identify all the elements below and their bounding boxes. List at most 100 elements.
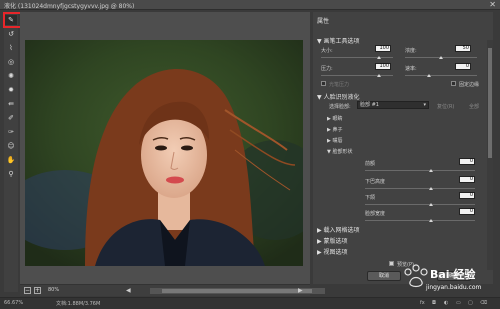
portrait-photo[interactable] xyxy=(25,40,303,266)
tool-bar: ✎ ↺ ⌇ ◎ ✺ ✹ ⇚ ✐ ✑ ☺ ✋ ⚲ xyxy=(4,12,18,292)
mouth-group[interactable]: ▶ 嘴唇 xyxy=(327,137,342,144)
density-label: 浓度: xyxy=(405,48,417,54)
mask-options-section[interactable]: ▶ 蒙版选项 xyxy=(317,236,348,245)
face-aware-section[interactable]: ▼ 人脸识别液化 xyxy=(317,92,360,101)
zoom-out-button[interactable]: − xyxy=(24,287,31,294)
rate-slider-knob[interactable] xyxy=(427,74,431,77)
status-doc-size: 文档:1.88M/3.76M xyxy=(56,301,101,307)
rate-slider[interactable] xyxy=(405,75,477,76)
jawline-label: 下颌 xyxy=(365,195,376,201)
folder-icon[interactable]: ▭ xyxy=(456,300,461,306)
brush-tools-section[interactable]: ▼ 画笔工具选项 xyxy=(317,36,360,45)
pressure-input[interactable]: 100 xyxy=(375,63,391,70)
reconstruct-tool[interactable]: ↺ xyxy=(5,29,17,39)
zoom-tool-icon: ⚲ xyxy=(8,170,14,178)
jawline-slider-knob[interactable] xyxy=(429,203,433,206)
select-face-value: 脸部 #1 xyxy=(360,102,379,108)
load-mesh-heading: 载入网格选项 xyxy=(323,227,360,234)
all-button[interactable]: 全部 xyxy=(469,103,479,110)
select-face-label: 选择脸部: xyxy=(329,104,351,110)
face-tool[interactable]: ☺ xyxy=(5,141,17,151)
hand-tool[interactable]: ✋ xyxy=(5,155,17,165)
reset-button[interactable]: 复位(R) xyxy=(437,103,454,110)
thaw-mask-tool-icon: ✑ xyxy=(8,128,14,136)
adjustment-icon[interactable]: fx xyxy=(420,300,425,306)
watermark-line1: Bai 经验 xyxy=(430,268,476,281)
brush-tools-heading: 画笔工具选项 xyxy=(323,38,360,45)
face-width-slider-knob[interactable] xyxy=(429,219,433,222)
smooth-tool[interactable]: ⌇ xyxy=(5,43,17,53)
thaw-mask-tool[interactable]: ✑ xyxy=(5,127,17,137)
status-bar: 66.67% 文档:1.88M/3.76M fx ◘ ◐ ▭ ▢ ⌫ xyxy=(0,297,500,309)
nose-group[interactable]: ▶ 鼻子 xyxy=(327,126,342,133)
face-shape-group[interactable]: ▼ 脸部形状 xyxy=(327,148,352,155)
pressure-slider[interactable] xyxy=(321,75,393,76)
zoom-select[interactable]: 80% xyxy=(48,287,59,293)
zoom-tool[interactable]: ⚲ xyxy=(5,169,17,179)
scroll-left-icon[interactable]: ◀ xyxy=(126,287,131,294)
pucker-tool[interactable]: ✺ xyxy=(5,71,17,81)
size-input[interactable]: 100 xyxy=(375,45,391,52)
view-options-section[interactable]: ▶ 视图选项 xyxy=(317,247,348,256)
chin-height-slider-knob[interactable] xyxy=(429,187,433,190)
size-slider-knob[interactable] xyxy=(377,56,381,59)
stylus-pressure-label: 光笔压力 xyxy=(329,82,350,88)
chin-height-label: 下巴高度 xyxy=(365,179,386,185)
face-width-label: 脸部宽度 xyxy=(365,211,386,217)
chevron-down-icon: ▾ xyxy=(423,102,426,108)
panel-scroll-thumb[interactable] xyxy=(488,48,492,158)
forehead-slider-knob[interactable] xyxy=(429,169,433,172)
pucker-tool-icon: ✺ xyxy=(8,72,14,80)
chin-height-slider[interactable] xyxy=(365,188,475,189)
face-tool-icon: ☺ xyxy=(7,142,15,150)
jawline-input[interactable]: 0 xyxy=(459,192,475,199)
mask-icon[interactable]: ◘ xyxy=(432,300,436,306)
freeze-mask-tool[interactable]: ✐ xyxy=(5,113,17,123)
baidu-watermark: Bai 经验 jingyan.baidu.com xyxy=(398,262,490,296)
push-left-tool[interactable]: ⇚ xyxy=(5,99,17,109)
forehead-input[interactable]: 0 xyxy=(459,158,475,165)
bloat-tool[interactable]: ✹ xyxy=(5,85,17,95)
face-width-input[interactable]: 0 xyxy=(459,208,475,215)
density-input[interactable]: 50 xyxy=(455,45,471,52)
size-label: 大小: xyxy=(321,48,333,54)
twirl-tool-icon: ◎ xyxy=(7,58,15,66)
reconstruct-tool-icon: ↺ xyxy=(8,30,14,38)
smooth-tool-icon: ⌇ xyxy=(9,44,13,52)
twirl-tool[interactable]: ◎ xyxy=(5,57,17,67)
preview-checkbox[interactable] xyxy=(389,261,394,266)
face-shape-heading: 脸部形状 xyxy=(332,149,353,155)
eyes-label: 眼睛 xyxy=(332,116,343,122)
mask-options-heading: 蒙版选项 xyxy=(323,238,348,245)
stylus-pressure-checkbox[interactable] xyxy=(321,81,326,86)
scroll-thumb[interactable] xyxy=(162,289,312,293)
select-face-dropdown[interactable]: 脸部 #1 ▾ xyxy=(357,101,429,109)
trash-icon[interactable]: ⌫ xyxy=(480,300,487,306)
jawline-slider[interactable] xyxy=(365,204,475,205)
rate-label: 速率: xyxy=(405,66,417,72)
forehead-slider[interactable] xyxy=(365,170,475,171)
load-mesh-section[interactable]: ▶ 载入网格选项 xyxy=(317,225,360,234)
zoom-in-button[interactable]: + xyxy=(34,287,41,294)
rate-input[interactable]: 0 xyxy=(455,63,471,70)
face-width-slider[interactable] xyxy=(365,220,475,221)
chin-height-input[interactable]: 0 xyxy=(459,176,475,183)
properties-panel: 属性 ▼ 画笔工具选项 大小: 100 浓度: 50 压力: 100 速率: 0… xyxy=(313,12,493,284)
face-aware-heading: 人脸识别液化 xyxy=(323,94,360,101)
eyes-group[interactable]: ▶ 眼睛 xyxy=(327,115,342,122)
new-layer-icon[interactable]: ▢ xyxy=(468,300,473,306)
freeze-mask-tool-icon: ✐ xyxy=(8,114,14,122)
pin-edges-checkbox[interactable] xyxy=(451,81,456,86)
panel-vertical-scrollbar[interactable] xyxy=(487,40,493,270)
scroll-right-icon[interactable]: ▶ xyxy=(298,287,303,294)
close-icon[interactable]: ✕ xyxy=(489,0,496,10)
cancel-button[interactable]: 取消 xyxy=(367,271,401,281)
window-title: 液化 (131024dmnyfjgcstygyvvv.jpg @ 80%) xyxy=(4,3,135,10)
pin-edges-label: 固定边缘 xyxy=(459,82,480,88)
size-slider[interactable] xyxy=(321,57,393,58)
circle-icon[interactable]: ◐ xyxy=(444,300,448,306)
density-slider-knob[interactable] xyxy=(439,56,443,59)
bloat-tool-icon: ✹ xyxy=(8,86,14,94)
watermark-line2: jingyan.baidu.com xyxy=(426,284,482,291)
pressure-slider-knob[interactable] xyxy=(377,74,381,77)
